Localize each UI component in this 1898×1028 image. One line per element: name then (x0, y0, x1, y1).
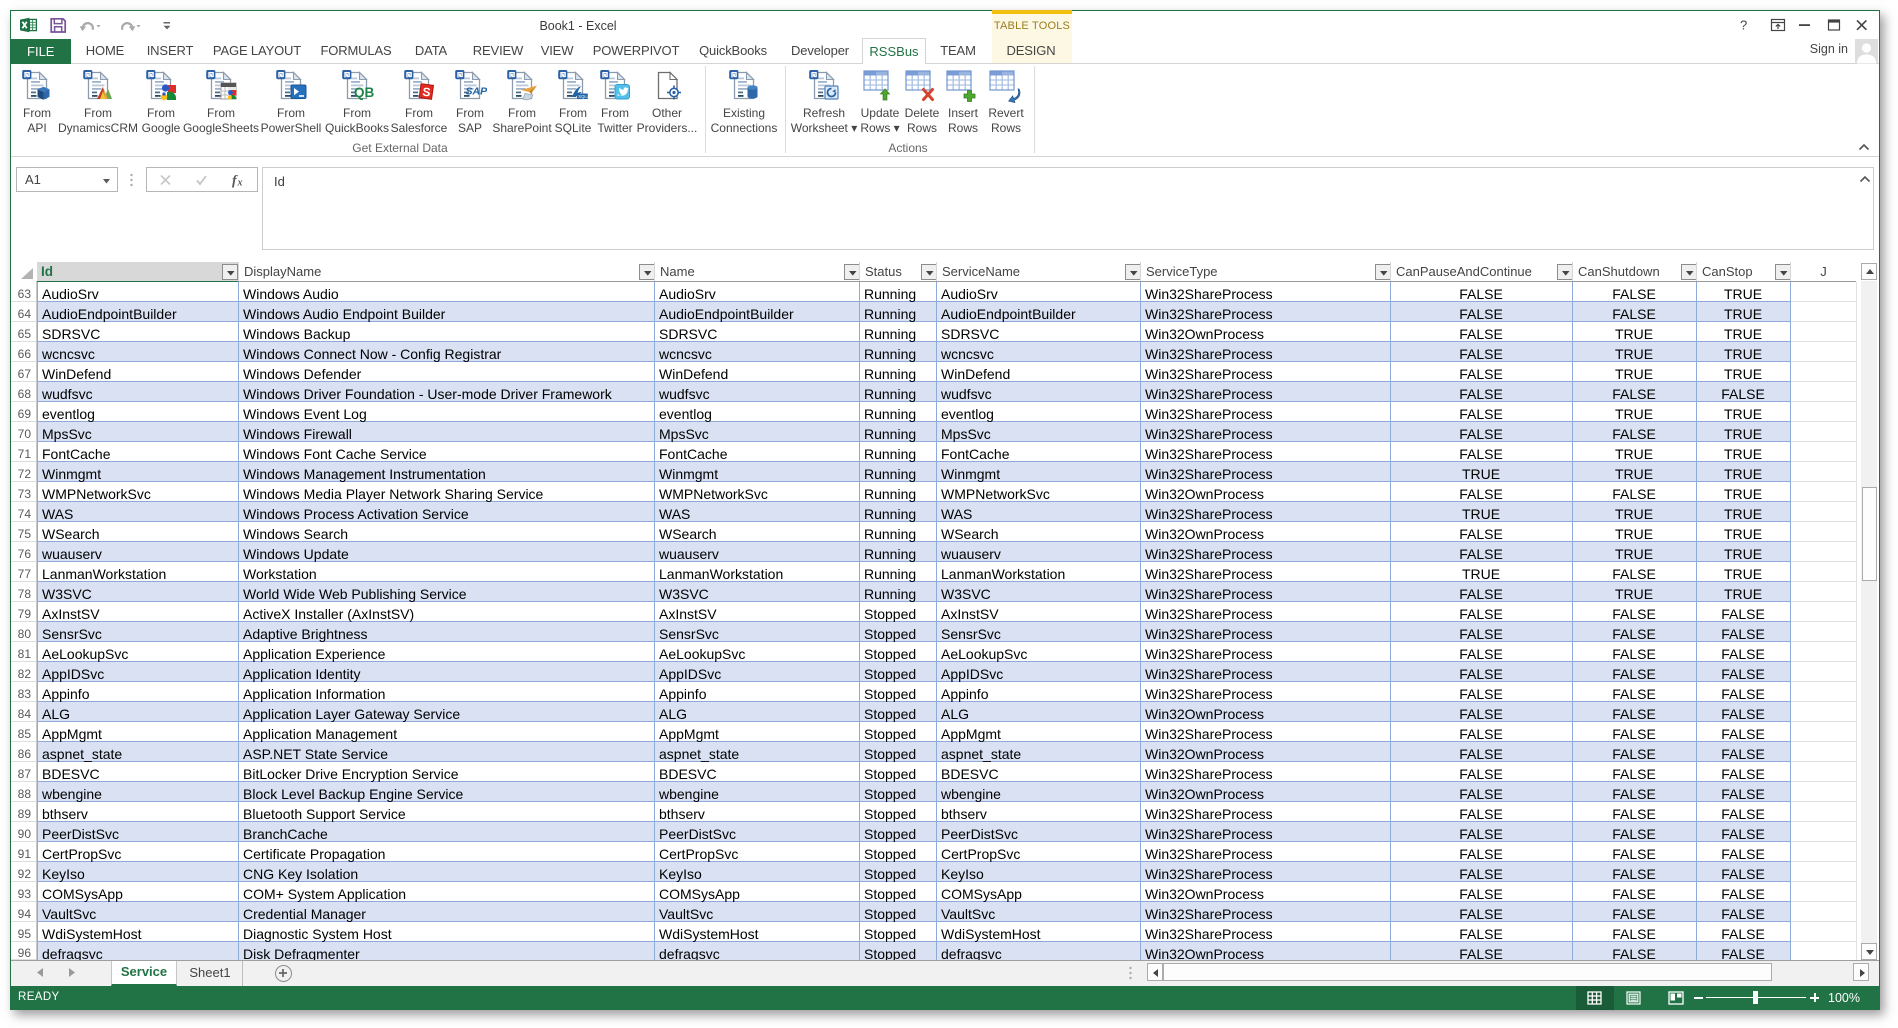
svg-text:x: x (237, 178, 243, 189)
svg-text:SQLite: SQLite (578, 94, 590, 99)
svg-text:QB: QB (354, 85, 374, 100)
svg-text:?: ? (1740, 18, 1747, 33)
svg-text:SAP: SAP (466, 86, 488, 98)
